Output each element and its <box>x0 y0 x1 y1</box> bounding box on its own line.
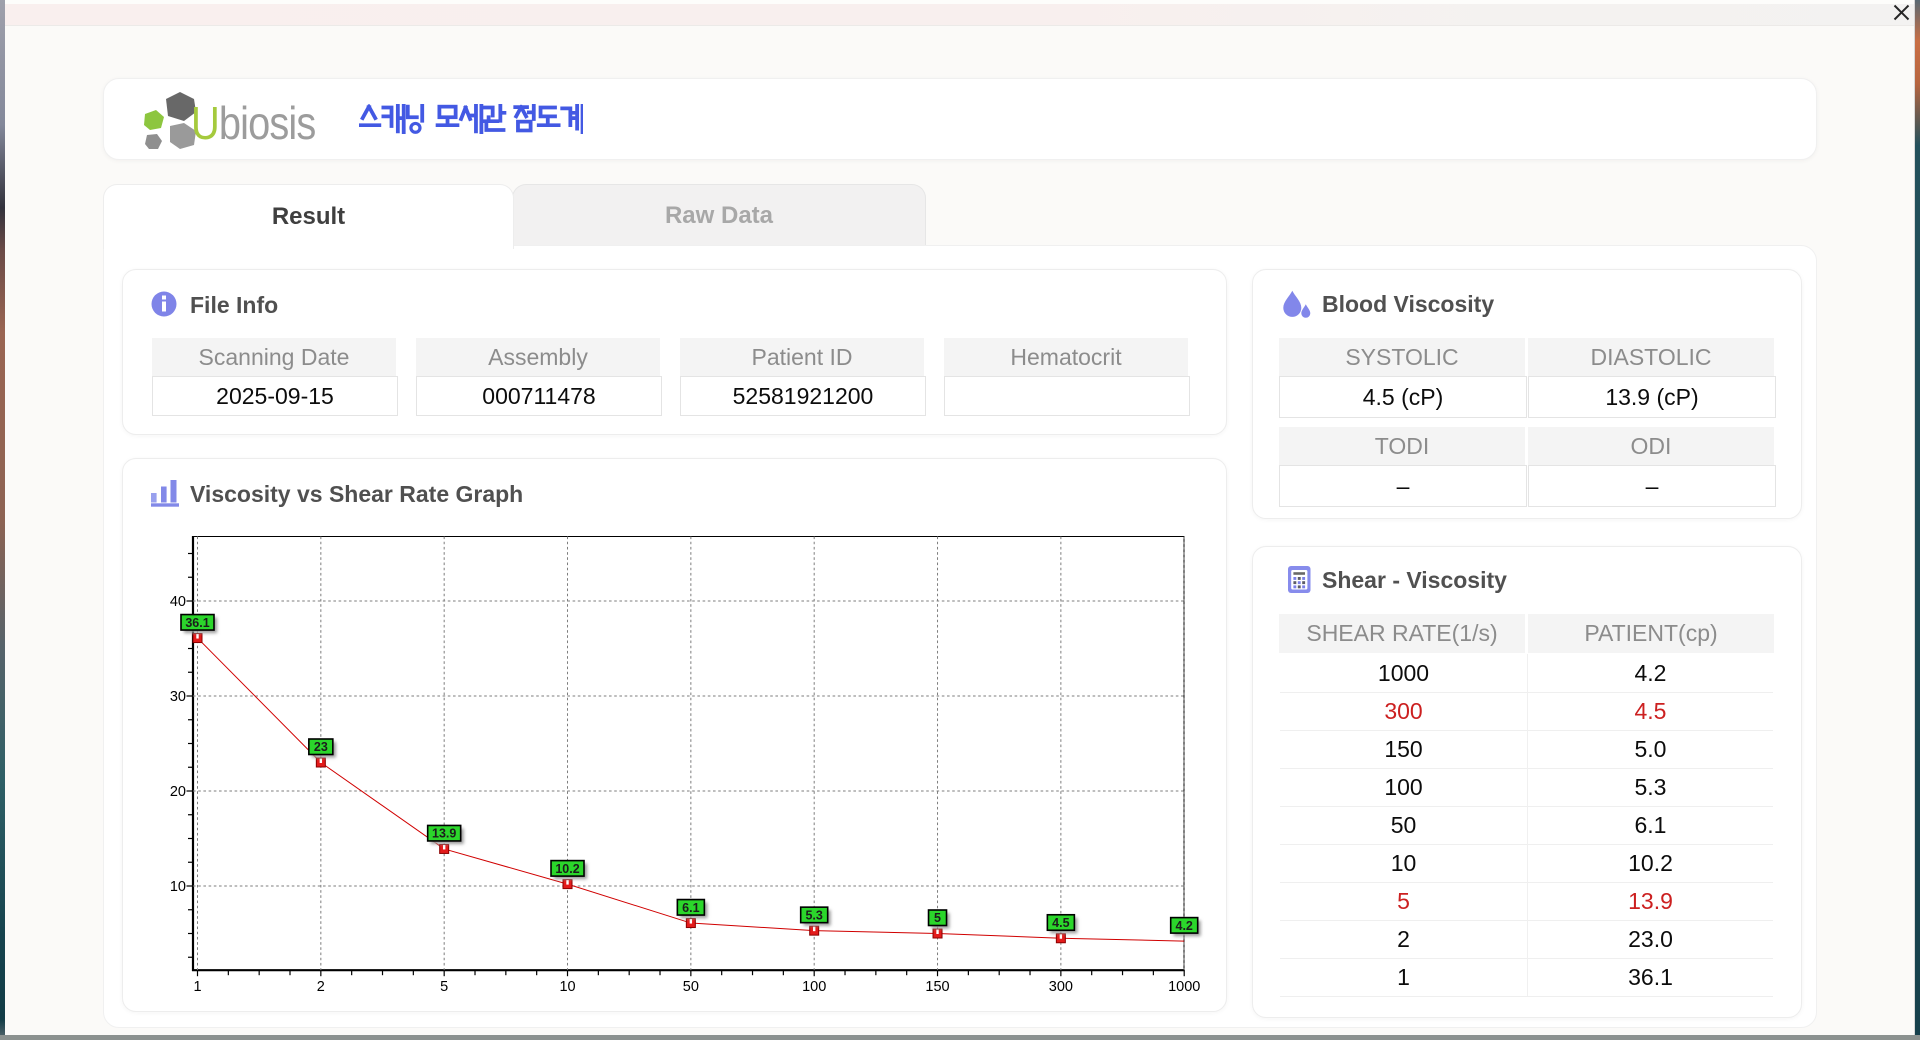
svg-text:6.1: 6.1 <box>682 901 699 915</box>
svg-text:30: 30 <box>170 689 186 705</box>
svg-text:23: 23 <box>314 740 328 754</box>
svg-text:1000: 1000 <box>1168 979 1200 995</box>
svg-text:100: 100 <box>802 979 826 995</box>
svg-text:40: 40 <box>170 594 186 610</box>
svg-text:10.2: 10.2 <box>555 862 579 876</box>
svg-text:300: 300 <box>1049 979 1073 995</box>
svg-text:5.3: 5.3 <box>805 908 822 922</box>
svg-text:150: 150 <box>925 979 949 995</box>
svg-text:4.5: 4.5 <box>1052 916 1069 930</box>
svg-text:50: 50 <box>683 979 699 995</box>
svg-text:1: 1 <box>193 979 201 995</box>
svg-text:2: 2 <box>317 979 325 995</box>
svg-text:10: 10 <box>559 979 575 995</box>
svg-text:36.1: 36.1 <box>185 616 209 630</box>
svg-text:5: 5 <box>934 911 941 925</box>
svg-text:10: 10 <box>170 879 186 895</box>
svg-text:5: 5 <box>440 979 448 995</box>
svg-text:13.9: 13.9 <box>432 827 456 841</box>
svg-text:4.2: 4.2 <box>1176 919 1193 933</box>
svg-text:20: 20 <box>170 784 186 800</box>
